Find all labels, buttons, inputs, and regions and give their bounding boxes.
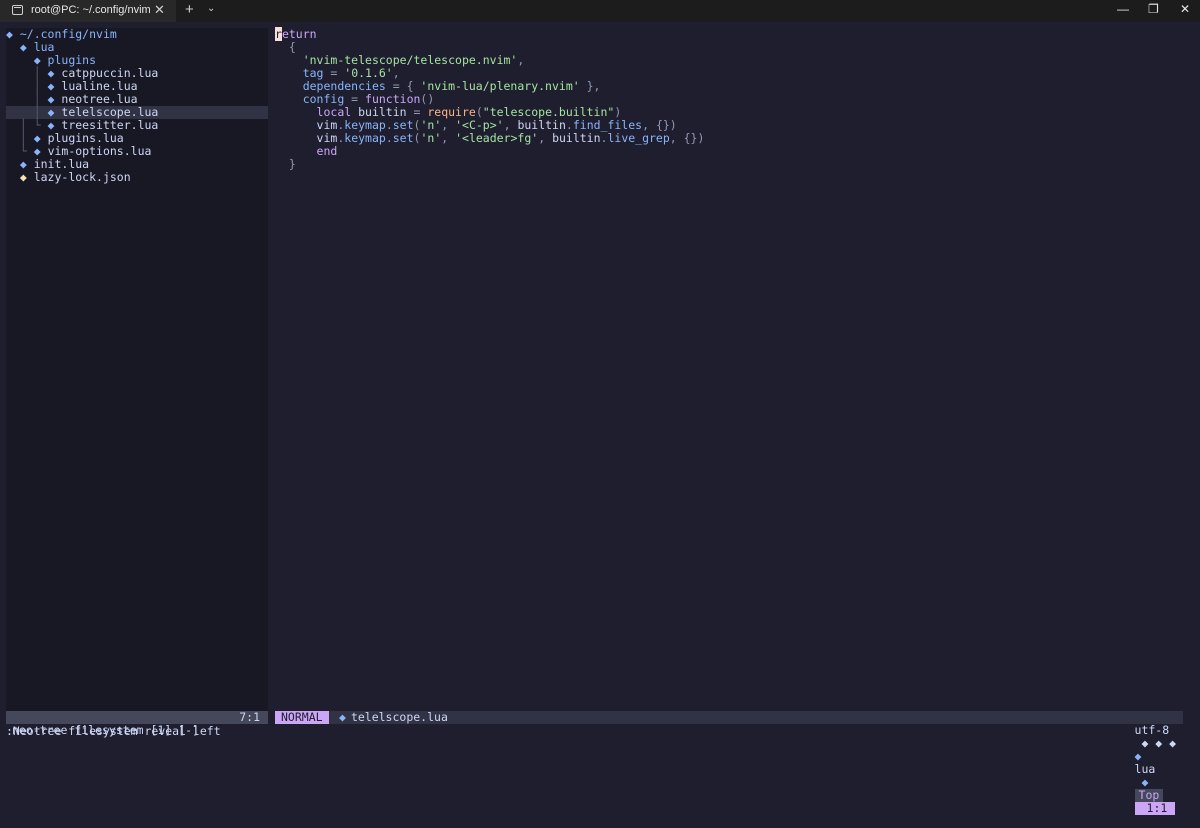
lua-file-icon: ◆ (47, 79, 62, 93)
separator-icon: ◆ (1134, 775, 1149, 789)
title-bar: root@PC: ~/.config/nvim ✕ + ⌄ — ❐ ✕ (0, 0, 1200, 22)
editor-statusline: NORMAL ◆ telelscope.lua utf-8 ◆ ◆ ◆ ◆ lua… (275, 710, 1183, 815)
lua-file-icon: ◆ (47, 92, 62, 106)
terminal-icon (12, 5, 23, 15)
maximize-button[interactable]: ❐ (1148, 2, 1159, 16)
separator-icon: ◆ (339, 710, 346, 724)
json-file-icon: ◆ (6, 170, 34, 184)
statusline-filename: ◆ telelscope.lua (339, 710, 448, 724)
mode-indicator: NORMAL (275, 711, 329, 724)
neo-tree-panel[interactable]: ◆ ~/.config/nvim ◆ lua ◆ plugins │ ◆ cat… (6, 28, 268, 711)
cursor-position: 1:1 (1134, 802, 1176, 815)
command-line[interactable]: :Neotree filesystem reveal left (6, 725, 221, 738)
code-editor[interactable]: return { 'nvim-telescope/telescope.nvim'… (269, 27, 1183, 711)
lua-file-icon: ◆ (33, 131, 48, 145)
filetype-label: lua (1134, 762, 1156, 776)
code-line-11: } (288, 157, 296, 171)
tab-close-button[interactable]: ✕ (154, 2, 165, 18)
tab-title: root@PC: ~/.config/nvim (31, 4, 151, 16)
close-window-button[interactable]: ✕ (1180, 2, 1190, 16)
lua-file-icon: ◆ (47, 66, 62, 80)
folder-icon: ◆ (6, 53, 48, 67)
code-line-9: vim.keymap.set('n', '<leader>fg', builti… (316, 131, 705, 145)
tree-item-lazy-lock[interactable]: ◆ lazy-lock.json (6, 171, 268, 184)
statusline-right: utf-8 ◆ ◆ ◆ ◆ lua ◆ Top 1:1 (1093, 711, 1183, 815)
lua-file-icon: ◆ (47, 105, 62, 119)
folder-icon: ◆ (6, 27, 20, 41)
lua-filetype-icon: ◆ (1134, 749, 1149, 763)
cursor: r (275, 27, 282, 41)
folder-icon: ◆ (6, 40, 34, 54)
tab-dropdown-button[interactable]: ⌄ (207, 3, 215, 14)
scroll-position: Top (1134, 789, 1164, 802)
tree-statusline: neo-tree filesystem [1] [-] 7:1 (6, 710, 268, 737)
terminal-tab[interactable]: root@PC: ~/.config/nvim ✕ (0, 0, 176, 22)
new-tab-button[interactable]: + (185, 1, 194, 18)
minimize-button[interactable]: — (1117, 2, 1129, 16)
lua-file-icon: ◆ (6, 157, 34, 171)
tree-status-position: 7:1 (239, 710, 260, 724)
terminal-content[interactable]: ◆ ~/.config/nvim ◆ lua ◆ plugins │ ◆ cat… (6, 27, 1183, 815)
lua-file-icon: ◆ (47, 118, 62, 132)
lua-file-icon: ◆ (33, 144, 48, 158)
